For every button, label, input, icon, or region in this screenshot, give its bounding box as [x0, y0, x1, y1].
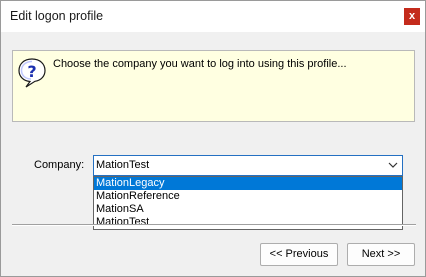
previous-button[interactable]: << Previous [260, 243, 338, 266]
window-title: Edit logon profile [10, 9, 104, 23]
dropdown-option[interactable]: MationSA [94, 203, 402, 216]
dropdown-option[interactable]: MationReference [94, 190, 402, 203]
company-select-value: MationTest [96, 159, 150, 171]
company-label: Company: [34, 159, 85, 171]
dialog-window: Edit logon profile x ? Choose the compan… [0, 0, 426, 277]
company-dropdown-list: MationLegacy MationReference MationSA Ma… [93, 176, 403, 230]
svg-text:?: ? [27, 62, 36, 81]
dropdown-option[interactable]: MationTest [94, 216, 402, 229]
info-panel: ? Choose the company you want to log int… [12, 50, 415, 122]
dropdown-option[interactable]: MationLegacy [94, 177, 402, 190]
close-button[interactable]: x [404, 8, 420, 25]
company-select[interactable]: MationTest [93, 155, 403, 176]
chevron-down-icon[interactable] [388, 161, 398, 169]
title-bar: Edit logon profile x [1, 1, 425, 32]
info-message: Choose the company you want to log into … [53, 58, 347, 70]
separator [12, 224, 416, 226]
question-help-icon: ? [18, 58, 46, 88]
next-button[interactable]: Next >> [347, 243, 415, 266]
